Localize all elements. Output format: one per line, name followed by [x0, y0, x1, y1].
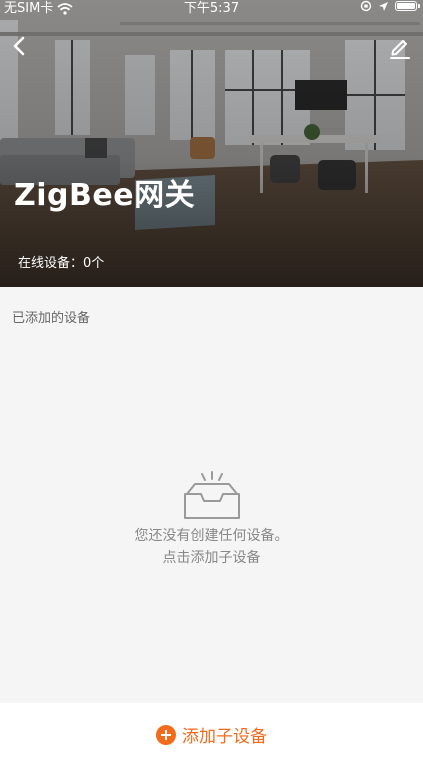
battery-icon [395, 1, 420, 11]
added-devices-heading: 已添加的设备 [12, 311, 91, 326]
orientation-lock-icon [360, 0, 372, 12]
edit-pencil-icon[interactable] [387, 34, 413, 60]
status-bar: 无SIM卡 下午5:37 [0, 0, 423, 18]
status-indicators [360, 0, 420, 12]
gateway-title: ZigBee网关 [14, 178, 196, 213]
gateway-hero: 无SIM卡 下午5:37 ZigBee网关 在线设备：0个 [0, 0, 423, 287]
empty-state-message: 您还没有创建任何设备。 [134, 528, 289, 544]
add-plus-icon [156, 724, 176, 745]
empty-inbox-icon [184, 471, 240, 519]
add-sub-device-label: 添加子设备 [182, 727, 267, 747]
location-arrow-icon [379, 1, 388, 11]
bottom-action-bar: 添加子设备 [0, 703, 423, 766]
hero-overlay [0, 0, 423, 287]
online-devices-count: 在线设备：0个 [18, 256, 105, 271]
add-sub-device-button[interactable]: 添加子设备 [0, 703, 423, 766]
back-chevron-icon[interactable] [8, 34, 32, 58]
empty-state-hint: 点击添加子设备 [162, 550, 261, 566]
